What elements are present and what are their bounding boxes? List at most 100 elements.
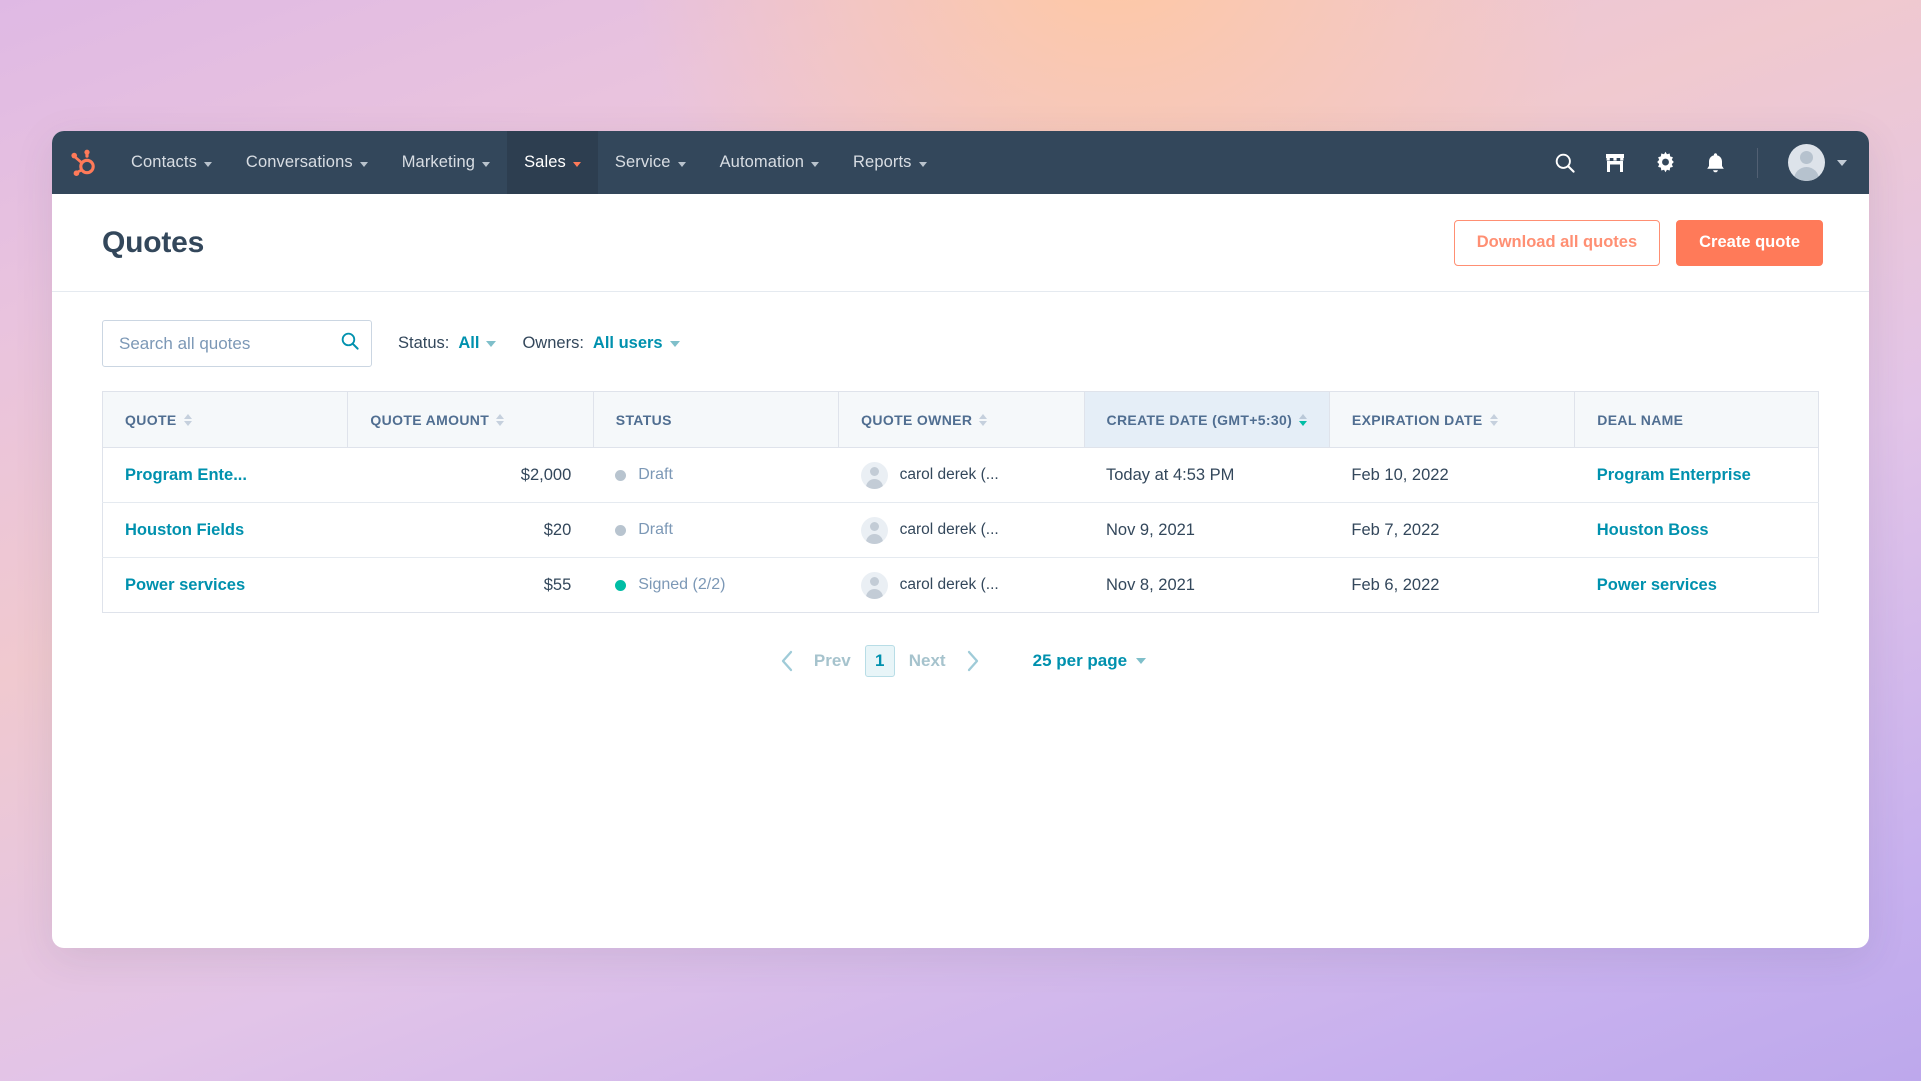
status-dot-signed (615, 579, 627, 591)
cell-quote: Houston Fields (102, 502, 348, 558)
column-header-deal-name[interactable]: DEAL NAME (1574, 391, 1819, 448)
cell-expiration-date: Feb 7, 2022 (1329, 502, 1575, 558)
status-dot-draft (615, 524, 627, 536)
cell-create-date: Nov 9, 2021 (1084, 502, 1330, 558)
cell-quote: Program Ente... (102, 447, 348, 503)
status-filter-value[interactable]: All (458, 334, 497, 353)
gear-icon[interactable] (1653, 151, 1677, 175)
cell-create-date: Today at 4:53 PM (1084, 447, 1330, 503)
nav-item-sales[interactable]: Sales (507, 131, 598, 194)
column-header-quote-owner[interactable]: QUOTE OWNER (838, 391, 1085, 448)
owners-filter-value[interactable]: All users (593, 334, 680, 353)
chevron-down-icon (482, 161, 491, 167)
nav-item-service[interactable]: Service (598, 131, 703, 194)
deal-name-link[interactable]: Houston Boss (1597, 521, 1709, 539)
status-filter-value-text: All (458, 334, 480, 352)
nav-item-label: Reports (853, 153, 912, 171)
top-navigation-bar: Contacts Conversations Marketing Sales S… (52, 131, 1869, 194)
chevron-down-icon (1837, 159, 1847, 166)
table-row[interactable]: Houston Fields $20 Draft carol derek (..… (102, 502, 1819, 558)
cell-quote-owner: carol derek (... (839, 558, 1084, 613)
chevron-down-icon (203, 161, 212, 167)
per-page-selector[interactable]: 25 per page (1033, 651, 1147, 671)
pagination-page-1[interactable]: 1 (864, 645, 895, 677)
deal-name-link[interactable]: Program Enterprise (1597, 466, 1751, 484)
quotes-table-wrapper: QUOTE QUOTE AMOUNT STATUS QUOTE OWNER CR… (52, 391, 1869, 677)
column-header-status[interactable]: STATUS (593, 391, 840, 448)
cell-status: Draft (593, 447, 839, 503)
column-header-label: QUOTE AMOUNT (370, 411, 490, 428)
user-menu[interactable] (1788, 144, 1847, 181)
cell-status: Draft (593, 502, 839, 558)
table-header-row: QUOTE QUOTE AMOUNT STATUS QUOTE OWNER CR… (102, 391, 1819, 448)
quote-link[interactable]: Houston Fields (125, 521, 244, 539)
pagination-next-label[interactable]: Next (909, 651, 946, 671)
table-row[interactable]: Power services $55 Signed (2/2) carol de… (103, 558, 1819, 613)
pagination-prev-label[interactable]: Prev (814, 651, 851, 671)
column-header-quote-amount[interactable]: QUOTE AMOUNT (347, 391, 594, 448)
sort-icon[interactable] (1489, 413, 1498, 426)
marketplace-icon[interactable] (1603, 151, 1627, 175)
column-header-label: EXPIRATION DATE (1351, 411, 1483, 428)
owner-avatar (860, 461, 888, 489)
page-title: Quotes (102, 225, 205, 259)
owner-name: carol derek (... (899, 466, 999, 483)
nav-item-contacts[interactable]: Contacts (114, 131, 229, 194)
pagination: Prev 1 Next 25 per page (102, 645, 1819, 677)
search-box[interactable] (102, 320, 372, 367)
sort-icon[interactable] (183, 413, 192, 426)
owner-name: carol derek (... (899, 576, 999, 593)
search-input[interactable] (119, 333, 340, 354)
chevron-down-icon (486, 340, 497, 347)
notifications-bell-icon[interactable] (1703, 151, 1727, 175)
status-dot-draft (615, 469, 627, 481)
cell-expiration-date: Feb 10, 2022 (1329, 447, 1575, 503)
column-header-label: DEAL NAME (1597, 411, 1684, 428)
nav-right-actions (1553, 131, 1847, 194)
quote-link[interactable]: Power services (125, 576, 245, 594)
cell-quote-owner: carol derek (... (838, 502, 1084, 558)
nav-item-marketing[interactable]: Marketing (385, 131, 507, 194)
table-row[interactable]: Program Ente... $2,000 Draft carol derek… (102, 447, 1819, 503)
deal-name-link[interactable]: Power services (1597, 576, 1717, 594)
nav-item-conversations[interactable]: Conversations (229, 131, 385, 194)
nav-item-automation[interactable]: Automation (703, 131, 836, 194)
search-icon[interactable] (1553, 151, 1577, 175)
owners-filter: Owners: All users (522, 334, 680, 353)
chevron-down-icon (918, 161, 927, 167)
download-all-quotes-button[interactable]: Download all quotes (1453, 219, 1661, 266)
chevron-down-icon (1136, 658, 1147, 664)
column-header-create-date[interactable]: CREATE DATE (GMT+5:30) (1084, 391, 1330, 448)
quote-link[interactable]: Program Ente... (125, 466, 247, 484)
cell-deal-name: Program Enterprise (1574, 447, 1819, 503)
column-header-label: STATUS (615, 411, 672, 428)
sort-icon-active-desc[interactable] (1299, 413, 1308, 426)
nav-items: Contacts Conversations Marketing Sales S… (114, 131, 944, 194)
create-quote-button[interactable]: Create quote (1676, 219, 1823, 266)
nav-item-label: Contacts (131, 153, 197, 171)
chevron-down-icon (811, 161, 820, 167)
nav-item-reports[interactable]: Reports (836, 131, 943, 194)
hubspot-sprocket-logo[interactable] (52, 148, 114, 178)
column-header-label: QUOTE OWNER (861, 411, 973, 428)
quotes-table: QUOTE QUOTE AMOUNT STATUS QUOTE OWNER CR… (102, 391, 1819, 613)
chevron-down-icon (359, 161, 368, 167)
owners-filter-value-text: All users (592, 334, 663, 352)
column-header-expiration-date[interactable]: EXPIRATION DATE (1329, 391, 1576, 448)
cell-quote-owner: carol derek (... (838, 447, 1084, 503)
cell-status: Signed (2/2) (593, 558, 838, 613)
sort-icon[interactable] (979, 413, 988, 426)
pagination-prev-arrow-icon[interactable] (775, 649, 800, 673)
status-filter-label: Status: (398, 334, 450, 352)
owners-filter-label: Owners: (522, 334, 584, 352)
sort-icon[interactable] (496, 413, 505, 426)
pagination-next-arrow-icon[interactable] (960, 649, 985, 673)
cell-quote-amount: $20 (347, 502, 594, 558)
search-icon[interactable] (340, 331, 360, 356)
cell-quote: Power services (103, 558, 348, 613)
column-header-quote[interactable]: QUOTE (102, 391, 349, 448)
owner-avatar (860, 571, 888, 599)
nav-item-label: Conversations (245, 153, 353, 171)
cell-deal-name: Houston Boss (1574, 502, 1819, 558)
cell-create-date: Nov 8, 2021 (1106, 575, 1195, 594)
